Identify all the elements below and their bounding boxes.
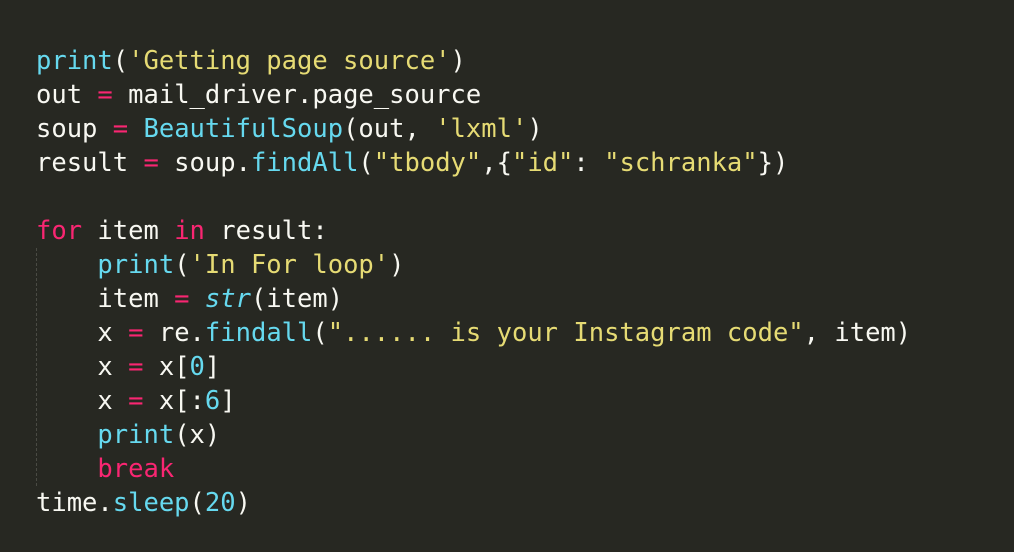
code-token-plain: x[: — [143, 386, 205, 416]
code-token-plain: (x) — [174, 420, 221, 450]
code-token-plain: ] — [220, 386, 236, 416]
code-token-op: = — [112, 114, 129, 144]
code-token-num: 20 — [204, 488, 236, 518]
code-line: print(x) — [36, 418, 911, 452]
code-token-plain: re. — [143, 318, 205, 348]
code-token-plain: ) — [450, 46, 466, 76]
code-line: x = x[0] — [36, 350, 911, 384]
code-token-op: = — [97, 80, 113, 110]
code-token-plain: soup — [36, 114, 113, 144]
code-token-str: 'Getting page source' — [128, 46, 451, 76]
code-token-plain: ) — [389, 250, 405, 280]
code-line: item = str(item) — [36, 282, 911, 316]
code-token-num: 6 — [204, 386, 221, 416]
code-token-plain: }) — [757, 148, 789, 178]
code-token-plain: time. — [36, 488, 113, 518]
code-token-plain: ( — [189, 488, 205, 518]
code-line: print('In For loop') — [36, 248, 911, 282]
code-token-op: = — [174, 284, 190, 314]
code-token-kw: break — [97, 454, 175, 484]
code-line: x = x[:6] — [36, 384, 911, 418]
code-token-plain: : — [573, 148, 605, 178]
code-token-op: = — [128, 318, 144, 348]
code-token-plain: ] — [204, 352, 221, 382]
code-token-plain: out — [36, 80, 98, 110]
code-token-plain: item — [82, 216, 175, 246]
code-line: x = re.findall("...... is your Instagram… — [36, 316, 911, 350]
code-token-plain: ,{ — [481, 148, 512, 178]
code-token-fn: BeautifulSoup — [143, 114, 344, 144]
code-token-str: "schranka" — [604, 148, 758, 178]
code-token-builtin: str — [204, 284, 251, 314]
code-line: for item in result: — [36, 214, 911, 248]
code-token-plain: x — [36, 352, 129, 382]
code-line: break — [36, 452, 911, 486]
code-token-plain: (item) — [250, 284, 344, 314]
code-token-plain: (out, — [343, 114, 436, 144]
code-token-plain: x — [36, 386, 129, 416]
code-token-kw: for — [36, 216, 83, 246]
code-token-plain: x — [36, 318, 129, 348]
code-token-plain: ( — [112, 46, 129, 76]
code-token-fn: print — [97, 250, 175, 280]
code-token-fn: print — [36, 46, 113, 76]
code-token-str: "id" — [511, 148, 574, 178]
code-token-fn: findall — [204, 318, 313, 348]
code-token-plain: mail_driver.page_source — [112, 80, 482, 110]
code-token-plain: ( — [358, 148, 374, 178]
code-line: soup = BeautifulSoup(out, 'lxml') — [36, 112, 911, 146]
code-token-op: = — [128, 352, 144, 382]
code-block[interactable]: print('Getting page source') out = mail_d… — [36, 44, 911, 520]
code-token-str: "...... is your Instagram code" — [327, 318, 804, 348]
code-token-fn: findAll — [250, 148, 359, 178]
code-token-kw: in — [174, 216, 205, 246]
code-token-plain: ) — [527, 114, 543, 144]
code-token-plain: result: — [204, 216, 328, 246]
code-token-str: "tbody" — [373, 148, 482, 178]
code-token-op: = — [143, 148, 159, 178]
code-token-num: 0 — [189, 352, 205, 382]
code-token-plain: ( — [312, 318, 328, 348]
code-token-plain: ) — [235, 488, 251, 518]
code-token-plain: ( — [174, 250, 190, 280]
code-token-plain: result — [36, 148, 144, 178]
code-token-fn: sleep — [112, 488, 190, 518]
code-token-plain: soup. — [158, 148, 251, 178]
code-line: print('Getting page source') — [36, 44, 911, 78]
code-token-plain: , item) — [803, 318, 912, 348]
code-token-str: 'lxml' — [435, 114, 528, 144]
code-token-plain: x[ — [143, 352, 190, 382]
code-token-fn: print — [97, 420, 175, 450]
code-token-str: 'In For loop' — [189, 250, 390, 280]
code-line: result = soup.findAll("tbody",{"id": "sc… — [36, 146, 911, 180]
code-line: time.sleep(20) — [36, 486, 911, 520]
code-line: out = mail_driver.page_source — [36, 78, 911, 112]
code-token-plain: item — [36, 284, 175, 314]
code-token-op: = — [128, 386, 144, 416]
code-editor[interactable]: print('Getting page source') out = mail_d… — [0, 0, 1014, 552]
